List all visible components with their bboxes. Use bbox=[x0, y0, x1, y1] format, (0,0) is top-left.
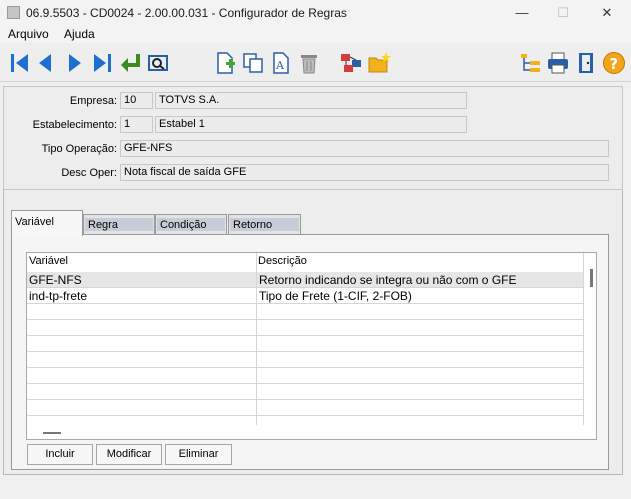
empresa-name-field: TOTVS S.A. bbox=[155, 92, 467, 109]
tab-condicao[interactable]: Condição bbox=[155, 214, 227, 234]
column-header-variavel[interactable]: Variável bbox=[29, 255, 68, 267]
folder-new-icon[interactable] bbox=[367, 51, 391, 75]
eliminar-button[interactable]: Eliminar bbox=[165, 444, 232, 465]
table-row-empty bbox=[27, 384, 583, 400]
tab-variavel[interactable]: Variável bbox=[11, 210, 83, 236]
desc-oper-label: Desc Oper: bbox=[61, 167, 117, 179]
horizontal-scrollbar[interactable] bbox=[43, 432, 61, 434]
tree-icon[interactable] bbox=[518, 51, 542, 75]
svg-text:A: A bbox=[275, 59, 285, 72]
tipo-operacao-field[interactable]: GFE-NFS bbox=[120, 140, 609, 157]
svg-text:?: ? bbox=[610, 55, 619, 73]
maximize-button[interactable]: ☐ bbox=[553, 4, 573, 22]
cell-variavel: GFE-NFS bbox=[29, 273, 82, 287]
grid-header: Variável Descrição bbox=[27, 253, 596, 269]
delete-icon[interactable] bbox=[297, 51, 321, 75]
last-icon[interactable] bbox=[90, 51, 114, 75]
desc-oper-field: Nota fiscal de saída GFE bbox=[120, 164, 609, 181]
window-title: 06.9.5503 - CD0024 - 2.00.00.031 - Confi… bbox=[26, 6, 347, 20]
table-row[interactable]: ind-tp-frete Tipo de Frete (1-CIF, 2-FOB… bbox=[27, 288, 583, 304]
table-row-empty bbox=[27, 352, 583, 368]
table-row-empty bbox=[27, 368, 583, 384]
modificar-button[interactable]: Modificar bbox=[96, 444, 162, 465]
network-icon[interactable] bbox=[339, 51, 363, 75]
table-row-empty bbox=[27, 304, 583, 320]
prev-icon[interactable] bbox=[34, 51, 58, 75]
table-row-empty bbox=[27, 320, 583, 336]
variables-grid: Variável Descrição GFE-NFS Retorno indic… bbox=[26, 252, 597, 440]
estabelecimento-label: Estabelecimento: bbox=[32, 119, 117, 131]
search-icon[interactable] bbox=[146, 51, 170, 75]
tab-regra[interactable]: Regra bbox=[83, 214, 155, 234]
table-row[interactable]: GFE-NFS Retorno indicando se integra ou … bbox=[27, 272, 583, 288]
column-separator bbox=[583, 253, 584, 425]
app-icon bbox=[7, 6, 20, 19]
column-header-descricao[interactable]: Descrição bbox=[258, 255, 307, 267]
incluir-button[interactable]: Incluir bbox=[27, 444, 93, 465]
vertical-scrollbar[interactable] bbox=[590, 269, 593, 287]
table-row-empty bbox=[27, 416, 583, 432]
toolbar: A ? bbox=[0, 43, 631, 82]
print-icon[interactable] bbox=[546, 51, 570, 75]
table-row-empty bbox=[27, 400, 583, 416]
cell-descricao: Tipo de Frete (1-CIF, 2-FOB) bbox=[259, 289, 412, 303]
close-button[interactable]: ✕ bbox=[597, 4, 617, 22]
empresa-label: Empresa: bbox=[69, 95, 117, 107]
estabelecimento-name-field: Estabel 1 bbox=[155, 116, 467, 133]
column-separator bbox=[256, 253, 257, 425]
tab-retorno[interactable]: Retorno bbox=[228, 214, 301, 234]
exit-icon[interactable] bbox=[574, 51, 598, 75]
edit-icon[interactable]: A bbox=[269, 51, 293, 75]
table-row-empty bbox=[27, 336, 583, 352]
estabelecimento-code-field[interactable]: 1 bbox=[120, 116, 153, 133]
tipo-operacao-label: Tipo Operação: bbox=[41, 143, 117, 155]
cell-descricao: Retorno indicando se integra ou não com … bbox=[259, 273, 517, 287]
first-icon[interactable] bbox=[8, 51, 32, 75]
goto-icon[interactable] bbox=[118, 51, 142, 75]
new-icon[interactable] bbox=[213, 51, 237, 75]
copy-icon[interactable] bbox=[241, 51, 265, 75]
menu-bar: Arquivo Ajuda bbox=[0, 26, 631, 43]
menu-arquivo[interactable]: Arquivo bbox=[8, 27, 49, 41]
minimize-button[interactable]: — bbox=[512, 4, 532, 22]
empresa-code-field[interactable]: 10 bbox=[120, 92, 153, 109]
help-icon[interactable]: ? bbox=[602, 51, 626, 75]
menu-ajuda[interactable]: Ajuda bbox=[64, 27, 95, 41]
next-icon[interactable] bbox=[62, 51, 86, 75]
title-bar: 06.9.5503 - CD0024 - 2.00.00.031 - Confi… bbox=[0, 0, 631, 26]
cell-variavel: ind-tp-frete bbox=[29, 289, 88, 303]
